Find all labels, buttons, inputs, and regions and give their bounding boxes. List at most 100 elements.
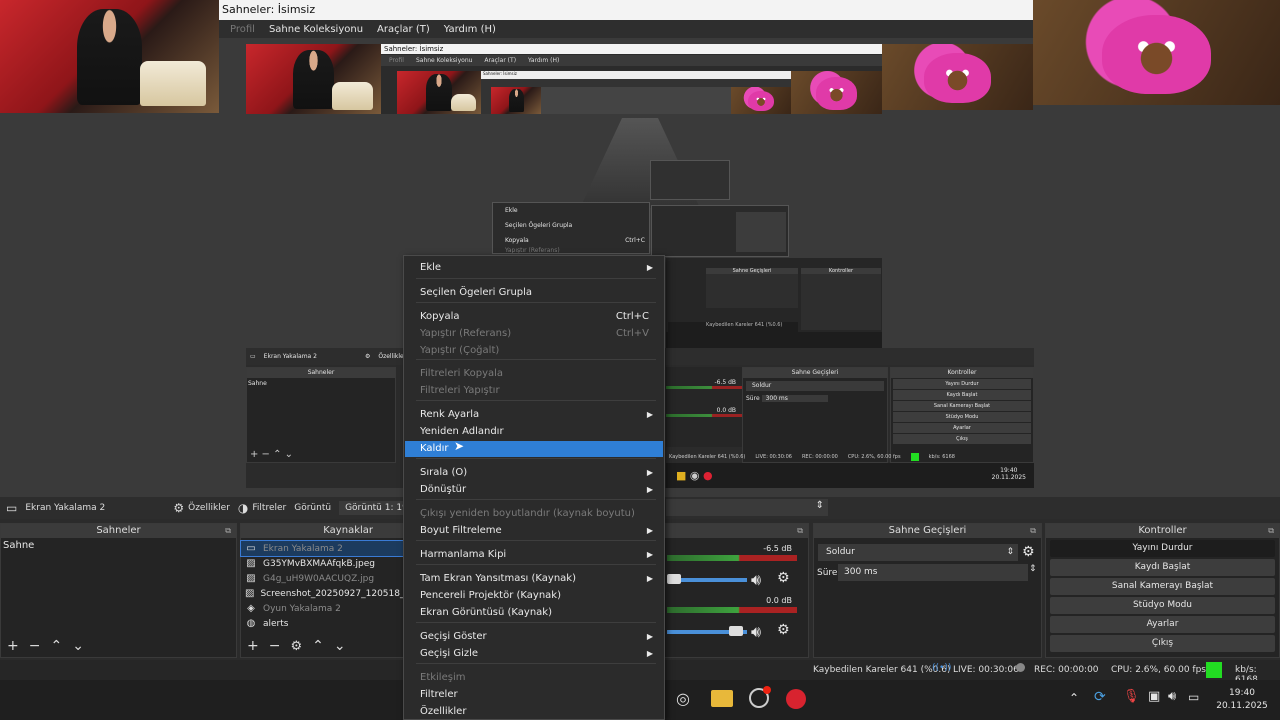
context-menu-item: Filtreleri Yapıştır xyxy=(405,383,663,399)
meter-2 xyxy=(667,607,797,613)
photo-pink-level2 xyxy=(882,44,1033,110)
move-down-icon[interactable]: ⌄ xyxy=(72,638,84,654)
stream-icon: ((•)) xyxy=(932,663,952,673)
context-menu-item-label: Ekran Görüntüsü (Kaynak) xyxy=(420,607,552,618)
context-menu-item[interactable]: Harmanlama Kipi ▶ xyxy=(405,547,663,563)
remove-source-icon[interactable]: − xyxy=(269,638,281,654)
scene-item[interactable]: Sahne xyxy=(1,538,236,553)
undock-icon[interactable]: ⧉ xyxy=(1030,524,1036,538)
remove-scene-icon[interactable]: − xyxy=(29,638,41,654)
transitions-dock: Sahne Geçişleri ⧉ Soldur ⇕ ⚙ Süre 300 ms ⇕ xyxy=(813,523,1042,658)
gear-icon[interactable]: ⚙ xyxy=(290,639,302,654)
gear-icon[interactable]: ⚙ xyxy=(777,570,790,586)
connection-status-indicator xyxy=(1206,662,1222,678)
undock-icon[interactable]: ⧉ xyxy=(225,524,231,538)
battery-icon[interactable]: ▭ xyxy=(1188,690,1199,704)
move-up-icon[interactable]: ⌃ xyxy=(50,638,62,654)
recording-app-icon[interactable] xyxy=(749,686,771,708)
context-menu-item[interactable]: Renk Ayarla ▶ xyxy=(405,407,663,423)
context-menu-item[interactable]: Yeniden Adlandır xyxy=(405,424,663,440)
controls-dock: Kontroller ⧉ Yayını Durdur Kaydı Başlat S… xyxy=(1045,523,1280,658)
context-menu-item[interactable]: Geçişi Gizle ▶ xyxy=(405,646,663,662)
slider-handle[interactable] xyxy=(667,574,681,584)
submenu-arrow-icon: ▶ xyxy=(646,632,653,641)
volume-slider-2[interactable] xyxy=(667,626,747,636)
folder-icon[interactable] xyxy=(711,690,733,707)
clock-time: 19:40 xyxy=(1229,688,1255,698)
source-item[interactable]: ◈ Oyun Yakalama 2 xyxy=(241,601,403,616)
sync-icon[interactable]: ⟳ xyxy=(1094,689,1106,705)
context-menu-item[interactable]: Kopyala Ctrl+C xyxy=(405,309,663,325)
context-menu-item[interactable]: Tam Ekran Yansıtması (Kaynak) ▶ xyxy=(405,571,663,587)
start-virtual-camera-button[interactable]: Sanal Kamerayı Başlat xyxy=(1050,578,1275,595)
menu-item-profile[interactable]: Profil xyxy=(230,24,255,35)
obs-icon[interactable]: ◎ xyxy=(676,689,690,708)
chevron-up-icon[interactable]: ⌃ xyxy=(1069,691,1079,705)
context-menu-item[interactable]: Seçilen Ögeleri Grupla xyxy=(405,285,663,301)
menu-separator xyxy=(416,359,656,360)
context-menu-item[interactable]: Ekle ▶ xyxy=(405,260,663,276)
undock-icon[interactable]: ⧉ xyxy=(797,524,803,538)
context-menu-item[interactable]: Boyut Filtreleme ▶ xyxy=(405,523,663,539)
add-scene-icon[interactable]: + xyxy=(7,638,19,654)
context-menu-item-label: Özellikler xyxy=(420,706,467,717)
studio-mode-button[interactable]: Stüdyo Modu xyxy=(1050,597,1275,614)
stop-streaming-button[interactable]: Yayını Durdur xyxy=(1050,540,1275,557)
screen: Sahneler: İsimsiz Profil Sahne Koleksiyo… xyxy=(0,0,1280,720)
properties-button[interactable]: ⚙ Özellikler xyxy=(173,501,230,515)
context-menu-item-label: Boyut Filtreleme xyxy=(420,525,502,536)
rec-time: REC: 00:00:00 xyxy=(1034,665,1099,675)
menu-item-help[interactable]: Yardım (H) xyxy=(444,24,496,35)
source-item[interactable]: ▨ G4g_uH9W0AACUQZ.jpg xyxy=(241,571,403,586)
gamepad-icon: ◈ xyxy=(247,603,255,614)
add-source-icon[interactable]: + xyxy=(247,638,259,654)
submenu-arrow-icon: ▶ xyxy=(646,649,653,658)
display-label: Görüntü xyxy=(294,503,332,513)
volume-icon[interactable]: 🔊︎ xyxy=(1168,689,1176,704)
clock[interactable]: 19:40 20.11.2025 xyxy=(1214,687,1270,713)
spinner-icon[interactable]: ⇕ xyxy=(1029,564,1037,574)
photo-pink-character xyxy=(1033,0,1280,105)
nested-panel-right-small xyxy=(650,160,730,200)
display-icon[interactable]: ▣ xyxy=(1148,689,1160,704)
source-item[interactable]: ◍ alerts xyxy=(241,616,403,631)
red-app-icon[interactable] xyxy=(786,689,806,709)
move-down-icon[interactable]: ⌄ xyxy=(334,638,346,654)
slider-handle[interactable] xyxy=(729,626,743,636)
gear-icon[interactable]: ⚙ xyxy=(1022,544,1035,560)
start-recording-button[interactable]: Kaydı Başlat xyxy=(1050,559,1275,576)
menu-item-tools[interactable]: Araçlar (T) xyxy=(377,24,430,35)
speaker-icon[interactable]: 🔊︎ xyxy=(751,622,761,642)
filters-button[interactable]: ◑ Filtreler xyxy=(238,501,286,515)
context-menu-item[interactable]: Dönüştür ▶ xyxy=(405,482,663,498)
context-menu-item[interactable]: Geçişi Göster ▶ xyxy=(405,629,663,645)
controls-title: Kontroller ⧉ xyxy=(1046,524,1279,538)
menu-item-scene-collection[interactable]: Sahne Koleksiyonu xyxy=(269,24,363,35)
source-item[interactable]: ▭ Ekran Yakalama 2 xyxy=(240,540,404,557)
context-menu-item[interactable]: Ekran Görüntüsü (Kaynak) xyxy=(405,605,663,621)
context-menu-item[interactable]: Filtreler xyxy=(405,687,663,703)
transition-select[interactable]: Soldur ⇕ xyxy=(818,544,1018,561)
speaker-icon[interactable]: 🔊︎ xyxy=(751,570,761,590)
source-label: G35YMvBXMAAfqkB.jpeg xyxy=(263,558,375,569)
undock-icon[interactable]: ⧉ xyxy=(1268,524,1274,538)
context-menu-item-label: Geçişi Gizle xyxy=(420,648,479,659)
move-up-icon[interactable]: ⌃ xyxy=(312,638,324,654)
settings-button[interactable]: Ayarlar xyxy=(1050,616,1275,633)
volume-slider-1[interactable] xyxy=(667,574,747,584)
context-menu-item[interactable]: Sırala (O) ▶ xyxy=(405,465,663,481)
display-select-extended[interactable]: ⇕ xyxy=(666,499,828,516)
gear-icon[interactable]: ⚙ xyxy=(777,622,790,638)
microphone-icon[interactable]: 🎙︎ xyxy=(1123,689,1140,704)
monitor-icon: ▭ xyxy=(246,543,256,554)
source-item[interactable]: ▨ Screenshot_20250927_120518_Instag xyxy=(241,586,403,601)
context-menu-item[interactable]: Özellikler xyxy=(405,704,663,720)
context-menu-item[interactable]: Kaldır xyxy=(405,441,663,457)
sources-title: Kaynaklar xyxy=(241,524,403,538)
duration-input[interactable]: 300 ms xyxy=(838,564,1028,581)
menu-separator xyxy=(416,622,656,623)
context-menu-item[interactable]: Pencereli Projektör (Kaynak) xyxy=(405,588,663,604)
image-icon: ▨ xyxy=(246,573,256,584)
source-item[interactable]: ▨ G35YMvBXMAAfqkB.jpeg xyxy=(241,556,403,571)
exit-button[interactable]: Çıkış xyxy=(1050,635,1275,652)
